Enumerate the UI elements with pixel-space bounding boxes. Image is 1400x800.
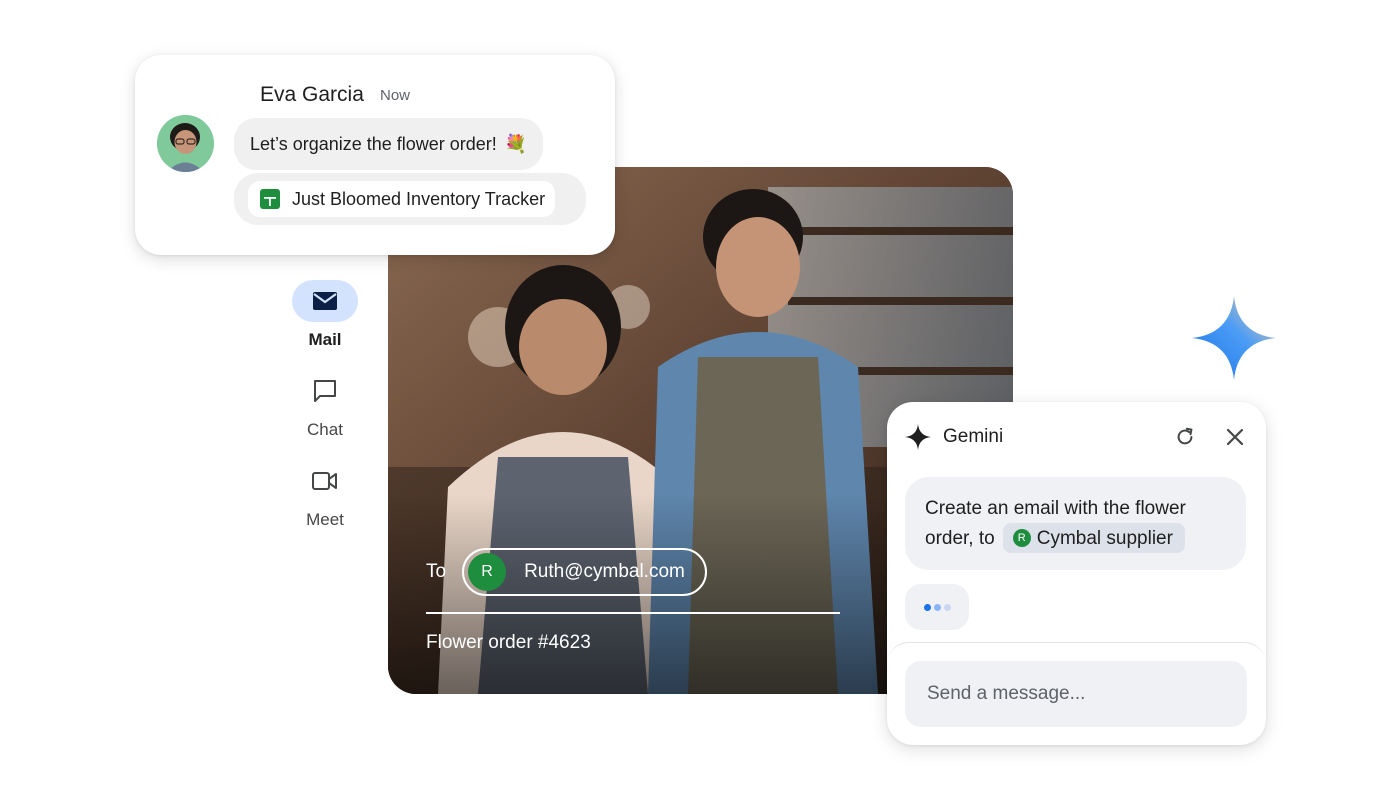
gemini-header: Gemini [905,422,1250,452]
supplier-chip-label: Cymbal supplier [1036,527,1173,549]
to-label: To [426,561,447,582]
prompt-line-2: order, to R Cymbal supplier [925,523,1226,553]
close-button[interactable] [1220,422,1250,452]
gemini-sparkle-icon [1192,296,1276,380]
email-divider [426,612,840,614]
mail-icon [313,292,337,310]
chat-message-card[interactable]: Eva Garcia Now Let’s organize the flower… [135,55,615,255]
meet-icon [312,472,337,490]
gemini-star-icon [905,424,931,450]
typing-dot [923,603,931,611]
refresh-button[interactable] [1170,422,1200,452]
sender-name: Eva Garcia [260,83,364,106]
nav-item-chat[interactable]: Chat [290,370,360,440]
attachment-name: Just Bloomed Inventory Tracker [292,188,546,209]
recipient-email: Ruth@cymbal.com [524,561,685,582]
nav-item-meet[interactable]: Meet [290,460,360,530]
message-bubble: Let’s organize the flower order! 💐 [234,118,544,170]
nav-label-meet: Meet [306,510,344,529]
message-text: Let’s organize the flower order! [250,133,497,154]
typing-dot [943,603,951,611]
prompt-line-1: Create an email with the flower [925,498,1186,519]
prompt-line-2-text: order, to [925,527,995,549]
typing-indicator [905,584,969,630]
email-to-row: To R Ruth@cymbal.com [426,548,707,596]
supplier-chip[interactable]: R Cymbal supplier [1002,523,1185,553]
nav-pill-chat [292,370,358,412]
sender-avatar [157,115,214,172]
supplier-avatar: R [1012,529,1031,547]
recipient-chip[interactable]: R Ruth@cymbal.com [462,548,707,596]
refresh-icon [1177,427,1193,445]
nav-label-chat: Chat [307,420,343,439]
message-input[interactable] [905,661,1247,727]
sheets-icon [260,189,280,209]
person-portrait-icon [157,115,214,172]
typing-dot [933,603,941,611]
nav-label-mail: Mail [308,330,342,349]
message-input-area [887,642,1266,745]
recipient-avatar: R [468,553,507,591]
attachment-bubble: Just Bloomed Inventory Tracker [234,173,586,225]
message-timestamp: Now [380,87,411,104]
nav-pill-mail [292,280,358,322]
close-icon [1226,428,1244,446]
email-subject[interactable]: Flower order #4623 [426,632,591,654]
nav-item-mail[interactable]: Mail [290,280,360,350]
attachment-chip[interactable]: Just Bloomed Inventory Tracker [248,181,556,217]
user-prompt-bubble: Create an email with the flower order, t… [905,477,1246,570]
nav-pill-meet [292,460,358,502]
gemini-panel: Gemini Create an email with the flower o… [887,402,1266,745]
app-nav: Mail Chat Meet [290,280,360,550]
chat-icon [314,380,336,402]
gemini-title: Gemini [943,426,1004,447]
bouquet-emoji: 💐 [504,133,528,154]
